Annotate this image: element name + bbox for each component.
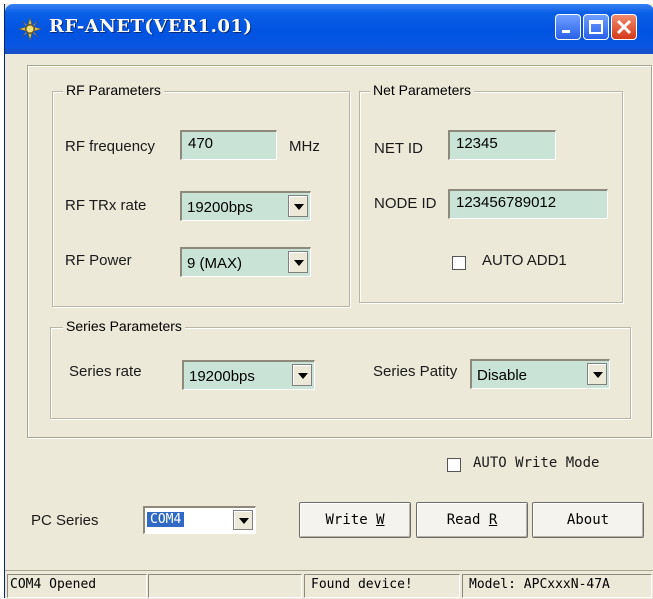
node-id-label: NODE ID bbox=[374, 195, 437, 212]
series-parity-dropdown-button[interactable] bbox=[587, 363, 607, 385]
chevron-down-icon bbox=[298, 373, 308, 379]
rf-frequency-input[interactable]: 470 bbox=[180, 130, 277, 160]
rf-frequency-label: RF frequency bbox=[65, 138, 156, 155]
status-device: Found device! bbox=[304, 574, 460, 598]
chevron-down-icon bbox=[239, 518, 249, 524]
window-title: RF-ANET(VER1.01) bbox=[49, 16, 253, 37]
rf-trx-rate-select[interactable]: 19200bps bbox=[180, 191, 311, 221]
series-rate-value: 19200bps bbox=[189, 368, 255, 385]
maximize-icon bbox=[589, 20, 603, 34]
parameters-panel: RF Parameters RF frequency 470 MHz RF TR… bbox=[27, 65, 652, 438]
read-button[interactable]: Read R bbox=[416, 502, 528, 538]
net-id-input[interactable]: 12345 bbox=[448, 130, 556, 160]
status-bar: COM4 Opened Found device! Model: APCxxxN… bbox=[5, 570, 653, 599]
node-id-input[interactable]: 123456789012 bbox=[448, 189, 608, 219]
series-rate-label: Series rate bbox=[69, 363, 142, 380]
series-parameters-group: Series Parameters Series rate 19200bps S… bbox=[50, 318, 631, 419]
pc-series-value: COM4 bbox=[147, 512, 185, 527]
rf-power-select[interactable]: 9 (MAX) bbox=[180, 247, 311, 277]
auto-add-label: AUTO ADD1 bbox=[482, 252, 567, 269]
auto-add-checkbox[interactable] bbox=[452, 256, 466, 270]
rf-parameters-legend: RF Parameters bbox=[63, 82, 164, 98]
series-parity-label: Series Patity bbox=[373, 363, 458, 380]
status-blank bbox=[148, 574, 302, 598]
net-parameters-legend: Net Parameters bbox=[370, 82, 475, 98]
chevron-down-icon bbox=[294, 204, 304, 210]
app-icon bbox=[17, 16, 43, 42]
series-rate-select[interactable]: 19200bps bbox=[182, 360, 315, 390]
auto-write-checkbox[interactable] bbox=[447, 458, 461, 472]
pc-series-select[interactable]: COM4 bbox=[143, 506, 256, 534]
minimize-button[interactable] bbox=[555, 14, 581, 40]
rf-frequency-unit: MHz bbox=[289, 138, 320, 155]
series-rate-dropdown-button[interactable] bbox=[292, 364, 312, 386]
minimize-icon bbox=[562, 30, 570, 33]
rf-power-value: 9 (MAX) bbox=[187, 255, 243, 272]
rf-trx-rate-dropdown-button[interactable] bbox=[288, 195, 308, 217]
pc-series-dropdown-button[interactable] bbox=[233, 510, 253, 530]
rf-power-dropdown-button[interactable] bbox=[288, 251, 308, 273]
maximize-button[interactable] bbox=[583, 14, 609, 40]
write-button[interactable]: Write W bbox=[299, 502, 411, 538]
rf-trx-rate-value: 19200bps bbox=[187, 199, 253, 216]
net-id-label: NET ID bbox=[374, 140, 423, 157]
series-parity-value: Disable bbox=[477, 367, 528, 384]
rf-trx-rate-label: RF TRx rate bbox=[65, 197, 147, 214]
series-parity-select[interactable]: Disable bbox=[470, 359, 610, 389]
close-button[interactable] bbox=[611, 14, 637, 40]
close-icon bbox=[616, 19, 632, 35]
rf-power-label: RF Power bbox=[65, 252, 132, 269]
chevron-down-icon bbox=[593, 372, 603, 378]
pc-series-label: PC Series bbox=[31, 512, 99, 529]
series-parameters-legend: Series Parameters bbox=[63, 318, 185, 334]
title-bar[interactable]: RF-ANET(VER1.01) bbox=[5, 4, 653, 54]
status-port: COM4 Opened bbox=[7, 574, 147, 598]
auto-write-label: AUTO Write Mode bbox=[473, 455, 600, 471]
about-button[interactable]: About bbox=[532, 502, 644, 538]
net-parameters-group: Net Parameters NET ID 12345 NODE ID 1234… bbox=[359, 82, 623, 303]
status-model: Model: APCxxxN-47A bbox=[462, 574, 652, 598]
rf-parameters-group: RF Parameters RF frequency 470 MHz RF TR… bbox=[52, 82, 350, 307]
chevron-down-icon bbox=[294, 260, 304, 266]
main-window: RF-ANET(VER1.01) RF Parameters RF freque… bbox=[4, 4, 653, 599]
